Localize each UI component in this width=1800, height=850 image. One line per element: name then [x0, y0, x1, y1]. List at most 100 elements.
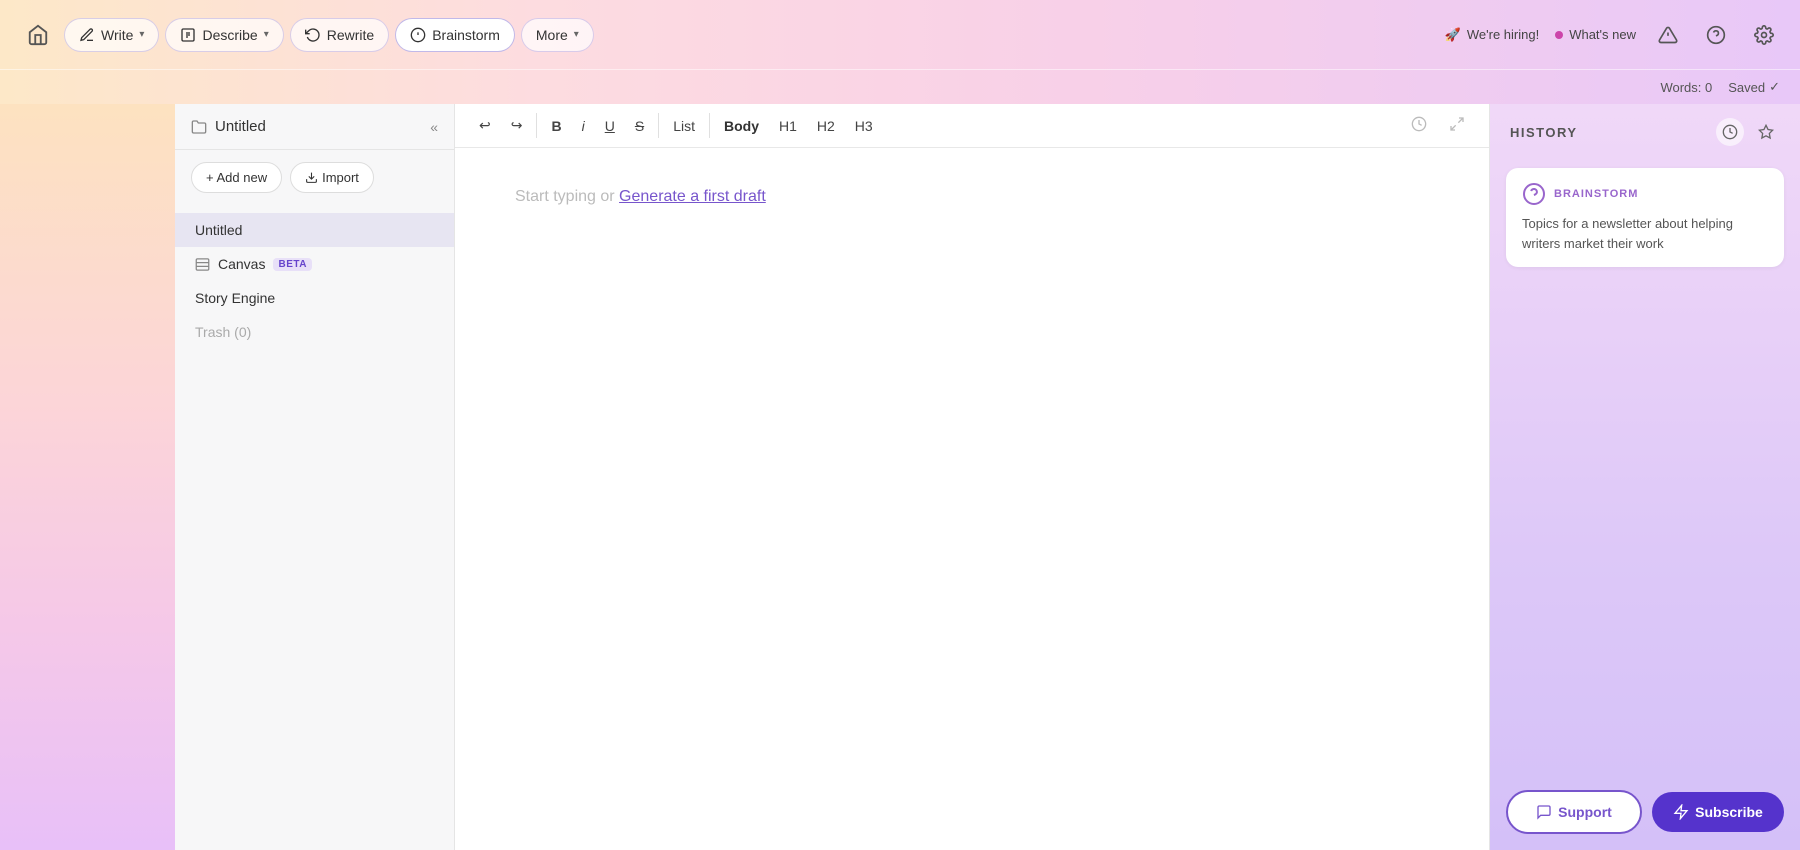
- editor-area: ↩ ↪ B i U S: [455, 104, 1490, 850]
- brainstorm-card-icon: [1522, 182, 1546, 206]
- sidebar: [0, 104, 175, 850]
- more-chevron: ▾: [574, 29, 579, 40]
- doc-item-trash[interactable]: Trash (0): [175, 315, 454, 349]
- hiring-label: We're hiring!: [1467, 27, 1539, 42]
- list-label: List: [673, 118, 695, 134]
- tool-buttons: Write ▾ Describe ▾: [64, 18, 594, 52]
- h2-button[interactable]: H2: [809, 114, 843, 138]
- more-label: More: [536, 27, 568, 43]
- placeholder-text: Start typing or: [515, 188, 619, 205]
- expand-icon[interactable]: [1441, 112, 1473, 139]
- toolbar-divider-3: [709, 113, 710, 138]
- brainstorm-nav-icon: [410, 27, 426, 43]
- subscribe-button[interactable]: Subscribe: [1652, 792, 1784, 832]
- write-chevron: ▾: [139, 29, 144, 40]
- redo-button[interactable]: ↪: [503, 113, 531, 138]
- describe-button[interactable]: Describe ▾: [165, 18, 283, 52]
- more-button[interactable]: More ▾: [521, 18, 594, 52]
- brainstorm-label: Brainstorm: [432, 27, 500, 43]
- app-wrapper: Write ▾ Describe ▾: [0, 0, 1800, 850]
- main-area: Untitled « + Add new Import: [0, 104, 1800, 850]
- doc-panel-actions: + Add new Import: [175, 150, 454, 205]
- words-bar: Words: 0 Saved ✓: [0, 70, 1800, 104]
- import-icon: [305, 171, 318, 184]
- history-header-icons: [1716, 118, 1780, 146]
- rewrite-icon: [305, 27, 321, 43]
- import-label: Import: [322, 170, 359, 185]
- rewrite-label: Rewrite: [327, 27, 374, 43]
- settings-button[interactable]: [1748, 19, 1780, 51]
- top-nav-left: Write ▾ Describe ▾: [20, 17, 594, 53]
- folder-icon: [191, 119, 207, 135]
- history-content: BRAINSTORM Topics for a newsletter about…: [1490, 160, 1800, 774]
- h1-button[interactable]: H1: [771, 114, 805, 138]
- history-card-text: Topics for a newsletter about helping wr…: [1522, 214, 1768, 253]
- history-panel: HISTORY: [1490, 104, 1800, 850]
- brainstorm-button[interactable]: Brainstorm: [395, 18, 515, 52]
- help-button[interactable]: [1700, 19, 1732, 51]
- home-button[interactable]: [20, 17, 56, 53]
- editor-content[interactable]: Start typing or Generate a first draft: [455, 148, 1489, 850]
- alert-icon: [1658, 25, 1678, 45]
- add-new-button[interactable]: + Add new: [191, 162, 282, 193]
- support-button[interactable]: Support: [1506, 790, 1642, 834]
- saved-label: Saved: [1728, 80, 1765, 95]
- underline-button[interactable]: U: [597, 114, 623, 138]
- words-count: Words: 0: [1660, 80, 1712, 95]
- history-star-icon: [1758, 124, 1774, 140]
- doc-panel-title-text: Untitled: [215, 118, 266, 135]
- history-card-header: BRAINSTORM: [1522, 182, 1768, 206]
- doc-item-canvas-label: Canvas: [218, 256, 265, 272]
- history-header: HISTORY: [1490, 104, 1800, 160]
- help-icon: [1706, 25, 1726, 45]
- doc-panel: Untitled « + Add new Import: [175, 104, 455, 850]
- doc-item-canvas[interactable]: Canvas BETA: [175, 247, 454, 281]
- clock-icon[interactable]: [1403, 112, 1435, 139]
- top-nav: Write ▾ Describe ▾: [0, 0, 1800, 70]
- bold-label: B: [551, 118, 561, 134]
- add-new-label: + Add new: [206, 170, 267, 185]
- canvas-icon: [195, 257, 210, 272]
- history-card-type: BRAINSTORM: [1554, 188, 1638, 200]
- redo-icon: ↪: [511, 117, 523, 133]
- toolbar-divider: [536, 113, 537, 138]
- italic-label: i: [582, 118, 585, 134]
- collapse-panel-button[interactable]: «: [430, 119, 438, 135]
- h3-label: H3: [855, 118, 873, 134]
- write-button[interactable]: Write ▾: [64, 18, 159, 52]
- doc-item-untitled-label: Untitled: [195, 222, 242, 238]
- toolbar-divider-2: [658, 113, 659, 138]
- import-button[interactable]: Import: [290, 162, 374, 193]
- support-label: Support: [1558, 804, 1612, 820]
- write-label: Write: [101, 27, 133, 43]
- hiring-button[interactable]: 🚀 We're hiring!: [1445, 27, 1540, 43]
- saved-status: Saved ✓: [1728, 79, 1780, 95]
- rewrite-button[interactable]: Rewrite: [290, 18, 389, 52]
- undo-button[interactable]: ↩: [471, 113, 499, 138]
- doc-item-story-engine[interactable]: Story Engine: [175, 281, 454, 315]
- bold-button[interactable]: B: [543, 114, 569, 138]
- alert-button[interactable]: [1652, 19, 1684, 51]
- h3-button[interactable]: H3: [847, 114, 881, 138]
- whats-new-button[interactable]: What's new: [1555, 27, 1636, 42]
- editor-tools-left: ↩ ↪ B i U S: [471, 113, 881, 138]
- italic-button[interactable]: i: [574, 114, 593, 138]
- underline-label: U: [605, 118, 615, 134]
- generate-draft-link[interactable]: Generate a first draft: [619, 188, 766, 205]
- doc-list: Untitled Canvas BETA Story Engine Trash …: [175, 205, 454, 357]
- doc-item-untitled[interactable]: Untitled: [175, 213, 454, 247]
- body-button[interactable]: Body: [716, 114, 767, 138]
- h1-label: H1: [779, 118, 797, 134]
- list-button[interactable]: List: [665, 114, 703, 138]
- editor-toolbar: ↩ ↪ B i U S: [455, 104, 1489, 148]
- beta-badge: BETA: [273, 258, 311, 271]
- history-star-button[interactable]: [1752, 118, 1780, 146]
- history-clock-button[interactable]: [1716, 118, 1744, 146]
- h2-label: H2: [817, 118, 835, 134]
- history-card-1[interactable]: BRAINSTORM Topics for a newsletter about…: [1506, 168, 1784, 267]
- top-nav-right: 🚀 We're hiring! What's new: [1445, 19, 1780, 51]
- settings-icon: [1754, 25, 1774, 45]
- history-bottom: Support Subscribe: [1490, 774, 1800, 850]
- body-label: Body: [724, 118, 759, 134]
- strikethrough-button[interactable]: S: [627, 114, 652, 138]
